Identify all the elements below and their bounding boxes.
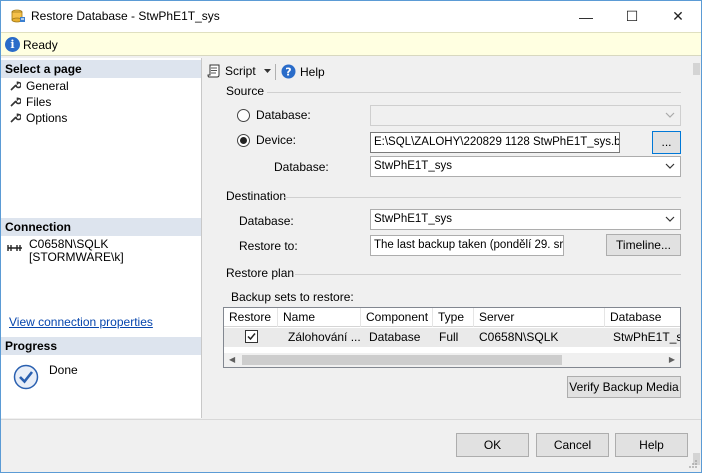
destination-database-combo[interactable]: StwPhE1T_sys — [370, 209, 681, 230]
chevron-down-icon — [665, 216, 675, 222]
toolbar-separator — [275, 64, 276, 80]
close-icon: ✕ — [672, 8, 684, 24]
scrollbar-thumb[interactable] — [693, 63, 700, 75]
device-radio[interactable] — [237, 134, 250, 147]
dropdown-arrow-icon — [263, 68, 271, 73]
svg-text:?: ? — [285, 66, 291, 79]
done-check-icon — [13, 364, 39, 390]
script-label: Script — [225, 64, 256, 78]
wrench-icon — [10, 81, 21, 91]
column-header-database[interactable]: Database — [605, 308, 680, 327]
help-icon: ? — [281, 64, 296, 79]
verify-backup-media-button[interactable]: Verify Backup Media — [567, 376, 681, 398]
column-header-server[interactable]: Server — [474, 308, 605, 327]
source-database-label: Database: — [274, 160, 329, 174]
table-row[interactable]: Zálohování ... Database Full C0658N\SQLK… — [224, 328, 680, 347]
title-bar[interactable]: Restore Database - StwPhE1T_sys — ☐ ✕ — [1, 1, 701, 32]
backup-sets-grid: Restore Name Component Type Server Datab… — [223, 307, 681, 368]
destination-group-label: Destination — [226, 189, 287, 203]
source-divider — [267, 92, 681, 93]
restore-to-label: Restore to: — [239, 239, 298, 253]
help-toolbar-button[interactable]: ? Help — [281, 64, 325, 79]
database-restore-icon — [11, 9, 25, 23]
column-header-name[interactable]: Name — [278, 308, 361, 327]
grid-header-row: Restore Name Component Type Server Datab… — [224, 308, 680, 327]
database-radio-label: Database: — [256, 108, 311, 122]
source-database-combo[interactable] — [370, 105, 681, 126]
view-connection-properties-link[interactable]: View connection properties — [9, 315, 153, 329]
wrench-icon — [10, 113, 21, 123]
resize-grip-icon[interactable] — [688, 459, 698, 469]
column-header-component[interactable]: Component — [361, 308, 433, 327]
connection-icon — [7, 245, 22, 251]
info-icon: i — [5, 37, 20, 52]
cell-component: Database — [369, 330, 421, 344]
page-label: Options — [26, 111, 68, 125]
destination-database-label: Database: — [239, 214, 294, 228]
cell-database: StwPhE1T_sys — [613, 330, 680, 344]
footer-divider — [1, 419, 701, 420]
cancel-button[interactable]: Cancel — [536, 433, 609, 457]
select-page-header: Select a page — [1, 60, 201, 78]
maximize-button[interactable]: ☐ — [609, 1, 655, 32]
device-radio-label: Device: — [256, 133, 297, 147]
source-database-value: StwPhE1T_sys — [374, 160, 452, 172]
source-backup-database-combo[interactable]: StwPhE1T_sys — [370, 156, 681, 177]
progress-status: Done — [49, 363, 78, 377]
source-group-label: Source — [226, 84, 265, 98]
cell-server: C0658N\SQLK — [479, 330, 559, 344]
restore-checkbox[interactable] — [245, 330, 258, 343]
backup-sets-label: Backup sets to restore: — [231, 290, 354, 304]
minimize-icon: — — [579, 8, 593, 25]
connection-header: Connection — [1, 218, 201, 236]
database-radio[interactable] — [237, 109, 250, 122]
scroll-right-icon[interactable]: ▶ — [669, 355, 675, 364]
right-pane-vertical-scrollbar[interactable] — [692, 58, 701, 468]
checkmark-icon — [247, 333, 256, 341]
help-button[interactable]: Help — [615, 433, 688, 457]
scroll-left-icon[interactable]: ◀ — [229, 355, 235, 364]
chevron-down-icon — [665, 112, 675, 118]
destination-divider — [284, 197, 681, 198]
left-pane: Select a page General Files Options Conn… — [1, 58, 202, 418]
column-header-restore[interactable]: Restore — [224, 308, 278, 327]
maximize-icon: ☐ — [625, 8, 639, 24]
restore-plan-group-label: Restore plan — [226, 266, 295, 280]
timeline-button[interactable]: Timeline... — [606, 234, 681, 256]
scrollbar-thumb[interactable] — [242, 355, 562, 365]
destination-database-value: StwPhE1T_sys — [374, 213, 452, 225]
restore-database-window: Restore Database - StwPhE1T_sys — ☐ ✕ i … — [0, 0, 702, 473]
status-bar: i Ready — [1, 32, 701, 56]
page-label: General — [26, 79, 69, 93]
ok-button[interactable]: OK — [456, 433, 529, 457]
connection-info: C0658N\SQLK [STORMWARE\k] — [29, 238, 124, 264]
page-files[interactable]: Files — [9, 94, 51, 110]
page-general[interactable]: General — [9, 78, 69, 94]
connection-user: [STORMWARE\k] — [29, 250, 124, 264]
help-label: Help — [300, 64, 325, 79]
restore-to-field[interactable]: The last backup taken (pondělí 29. srpr — [370, 235, 564, 256]
window-title: Restore Database - StwPhE1T_sys — [31, 9, 220, 23]
chevron-down-icon — [665, 163, 675, 169]
browse-device-button[interactable]: ... — [652, 131, 681, 154]
cell-type: Full — [439, 330, 459, 344]
script-button[interactable]: Script — [207, 64, 271, 78]
page-options[interactable]: Options — [9, 110, 67, 126]
cell-name: Zálohování ... — [288, 330, 361, 344]
device-path-field[interactable]: E:\SQL\ZALOHY\220829 1128 StwPhE1T_sys.b… — [370, 132, 620, 153]
status-text: Ready — [23, 38, 58, 52]
restore-plan-divider — [295, 274, 681, 275]
page-label: Files — [26, 95, 52, 109]
progress-header: Progress — [1, 337, 201, 355]
script-icon — [207, 64, 220, 78]
minimize-button[interactable]: — — [563, 1, 609, 32]
close-button[interactable]: ✕ — [655, 1, 701, 32]
column-header-type[interactable]: Type — [433, 308, 474, 327]
grid-horizontal-scrollbar[interactable]: ◀ ▶ — [224, 353, 680, 367]
wrench-icon — [10, 97, 21, 107]
